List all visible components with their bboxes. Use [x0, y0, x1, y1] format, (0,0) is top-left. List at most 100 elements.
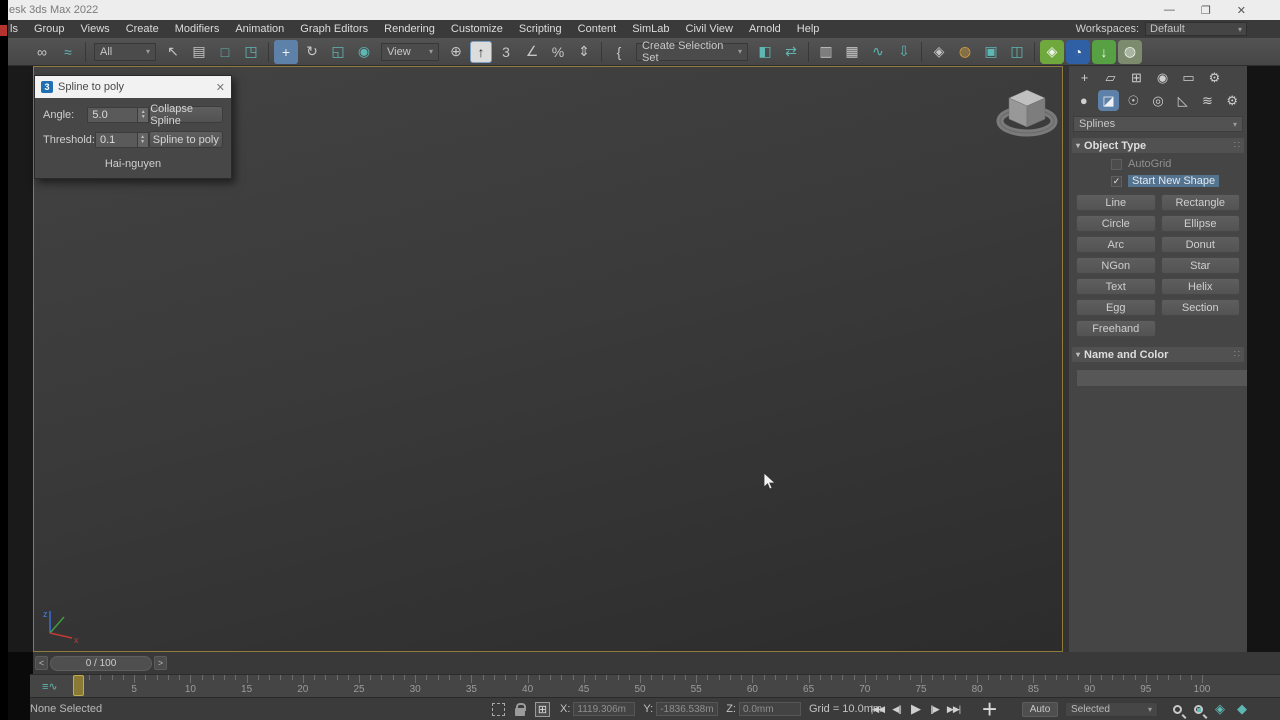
- menu-item-content[interactable]: Content: [570, 20, 625, 38]
- tab-hierarchy[interactable]: ⊞: [1125, 67, 1148, 88]
- tab-display[interactable]: ▭: [1177, 67, 1200, 88]
- category-space-warps[interactable]: ≋: [1197, 90, 1219, 111]
- shape-button-helix[interactable]: Helix: [1160, 278, 1240, 295]
- spinner-snap-icon[interactable]: ⇕: [572, 40, 596, 64]
- shape-button-circle[interactable]: Circle: [1076, 215, 1156, 232]
- shape-button-freehand[interactable]: Freehand: [1076, 320, 1156, 337]
- menu-item-help[interactable]: Help: [789, 20, 828, 38]
- menu-item-group[interactable]: Group: [26, 20, 73, 38]
- select-and-rotate-icon[interactable]: ↻: [300, 40, 324, 64]
- y-coord-field[interactable]: -1836.538m: [656, 702, 719, 716]
- angle-snap-icon[interactable]: ∠: [520, 40, 544, 64]
- scene-explorer-icon[interactable]: ▥: [814, 40, 838, 64]
- rectangular-selection-region-icon[interactable]: □: [213, 40, 237, 64]
- x-coord-field[interactable]: 1119.306m: [573, 702, 636, 716]
- render-setup-icon[interactable]: ▣: [979, 40, 1003, 64]
- tab-motion[interactable]: ◉: [1151, 67, 1174, 88]
- named-selection-sets-icon[interactable]: {: [607, 40, 631, 64]
- previous-frame-button[interactable]: ◀||: [887, 701, 906, 718]
- menu-item-scripting[interactable]: Scripting: [511, 20, 570, 38]
- object-type-rollout-header[interactable]: ▾ Object Type ∷: [1072, 138, 1244, 153]
- tab-utilities[interactable]: ⚙: [1203, 67, 1226, 88]
- selection-filter-dropdown[interactable]: All ▾: [94, 42, 156, 61]
- z-coord-field[interactable]: 0.0mm: [738, 702, 801, 716]
- window-crossing-toggle-icon[interactable]: ◳: [239, 40, 263, 64]
- select-and-link-icon[interactable]: ∞: [30, 40, 54, 64]
- use-pivot-center-icon[interactable]: ⊕: [444, 40, 468, 64]
- select-and-scale-icon[interactable]: ◱: [326, 40, 350, 64]
- shape-button-rectangle[interactable]: Rectangle: [1160, 194, 1240, 211]
- menu-item-rendering[interactable]: Rendering: [376, 20, 443, 38]
- category-systems[interactable]: ⚙: [1221, 90, 1243, 111]
- snaps-toggle-icon[interactable]: 3: [494, 40, 518, 64]
- time-slider[interactable]: [73, 675, 84, 696]
- layer-explorer-icon[interactable]: ▦: [840, 40, 864, 64]
- menu-item-civil-view[interactable]: Civil View: [678, 20, 741, 38]
- collapse-spline-button[interactable]: Collapse Spline: [149, 103, 223, 127]
- shape-button-ngon[interactable]: NGon: [1076, 257, 1156, 274]
- select-and-place-icon[interactable]: ◉: [352, 40, 376, 64]
- simlab-teapot-doc-icon[interactable]: ◍: [1118, 39, 1142, 64]
- shape-button-star[interactable]: Star: [1160, 257, 1240, 274]
- ribbon-toggle-icon[interactable]: ⇩: [892, 40, 916, 64]
- shape-category-dropdown[interactable]: Splines ▾: [1073, 116, 1243, 132]
- simlab-export-doc-icon[interactable]: ↓: [1092, 39, 1116, 64]
- shape-button-egg[interactable]: Egg: [1076, 299, 1156, 316]
- shape-button-section[interactable]: Section: [1160, 299, 1240, 316]
- menu-item-views[interactable]: Views: [73, 20, 118, 38]
- angle-spinner[interactable]: 5.0 ▲ ▼: [87, 106, 150, 123]
- selection-lock-icon[interactable]: [515, 702, 526, 716]
- next-frame-arrow-button[interactable]: >: [154, 656, 167, 670]
- align-icon[interactable]: ⇄: [779, 40, 803, 64]
- select-by-name-icon[interactable]: ▤: [187, 40, 211, 64]
- workspaces-dropdown[interactable]: Default ▾: [1145, 22, 1247, 36]
- mirror-icon[interactable]: ◧: [753, 40, 777, 64]
- set-key-button[interactable]: +: [982, 696, 997, 720]
- maximize-button[interactable]: ❐: [1201, 4, 1211, 17]
- zoom-icon[interactable]: [1173, 704, 1182, 714]
- go-to-start-button[interactable]: |◀◀: [868, 701, 887, 718]
- shape-button-arc[interactable]: Arc: [1076, 236, 1156, 253]
- select-and-move-icon[interactable]: +: [274, 39, 298, 64]
- next-frame-button[interactable]: ||▶: [925, 701, 944, 718]
- menu-item-graph-editors[interactable]: Graph Editors: [292, 20, 376, 38]
- shape-button-line[interactable]: Line: [1076, 194, 1156, 211]
- mini-curve-editor-icon[interactable]: ≡∿: [42, 680, 58, 693]
- unlink-selection-icon[interactable]: ≈: [56, 40, 80, 64]
- select-object-icon[interactable]: ↖: [161, 40, 185, 64]
- category-shapes[interactable]: ◪: [1097, 90, 1120, 111]
- previous-frame-arrow-button[interactable]: <: [35, 656, 48, 670]
- perspective-viewport[interactable]: 3 Spline to poly ✕ Angle: 5.0 ▲ ▼ Collaps…: [33, 66, 1063, 652]
- rendered-frame-window-icon[interactable]: ◫: [1005, 40, 1029, 64]
- curve-editor-icon[interactable]: ∿: [866, 40, 890, 64]
- material-editor-icon[interactable]: ◍: [953, 40, 977, 64]
- dialog-close-icon[interactable]: ✕: [216, 81, 225, 94]
- simlab-importer-icon[interactable]: ◔: [1066, 39, 1090, 64]
- spline-to-poly-button[interactable]: Spline to poly: [148, 131, 223, 148]
- autogrid-checkbox[interactable]: [1111, 158, 1122, 170]
- menu-item-modifiers[interactable]: Modifiers: [167, 20, 228, 38]
- dialog-title-bar[interactable]: 3 Spline to poly ✕: [35, 76, 231, 98]
- threshold-spinner[interactable]: 0.1 ▲ ▼: [94, 131, 149, 148]
- menu-item-ls[interactable]: ls: [8, 20, 26, 38]
- menu-item-animation[interactable]: Animation: [227, 20, 292, 38]
- pan-view-icon[interactable]: ◆: [1237, 701, 1247, 717]
- spinner-arrows-icon[interactable]: ▲ ▼: [136, 132, 148, 147]
- name-color-rollout-header[interactable]: ▾ Name and Color ∷: [1072, 347, 1244, 362]
- zoom-extents-icon[interactable]: [1194, 704, 1203, 714]
- shape-button-donut[interactable]: Donut: [1160, 236, 1240, 253]
- percent-snap-icon[interactable]: %: [546, 40, 570, 64]
- tab-create[interactable]: +: [1073, 67, 1096, 88]
- simlab-exporter-icon[interactable]: ◈: [1040, 39, 1064, 64]
- menu-item-customize[interactable]: Customize: [443, 20, 511, 38]
- menu-item-arnold[interactable]: Arnold: [741, 20, 789, 38]
- reference-coordinate-dropdown[interactable]: View ▾: [381, 42, 439, 61]
- menu-item-simlab[interactable]: SimLab: [624, 20, 677, 38]
- minimize-button[interactable]: —: [1164, 4, 1175, 17]
- category-geometry[interactable]: ●: [1073, 90, 1095, 111]
- shape-button-ellipse[interactable]: Ellipse: [1160, 215, 1240, 232]
- isolate-selection-icon[interactable]: [492, 702, 505, 716]
- start-new-shape-checkbox[interactable]: ✓: [1111, 175, 1122, 187]
- spinner-arrows-icon[interactable]: ▲ ▼: [137, 107, 149, 122]
- select-and-manipulate-icon[interactable]: ↑: [470, 40, 492, 63]
